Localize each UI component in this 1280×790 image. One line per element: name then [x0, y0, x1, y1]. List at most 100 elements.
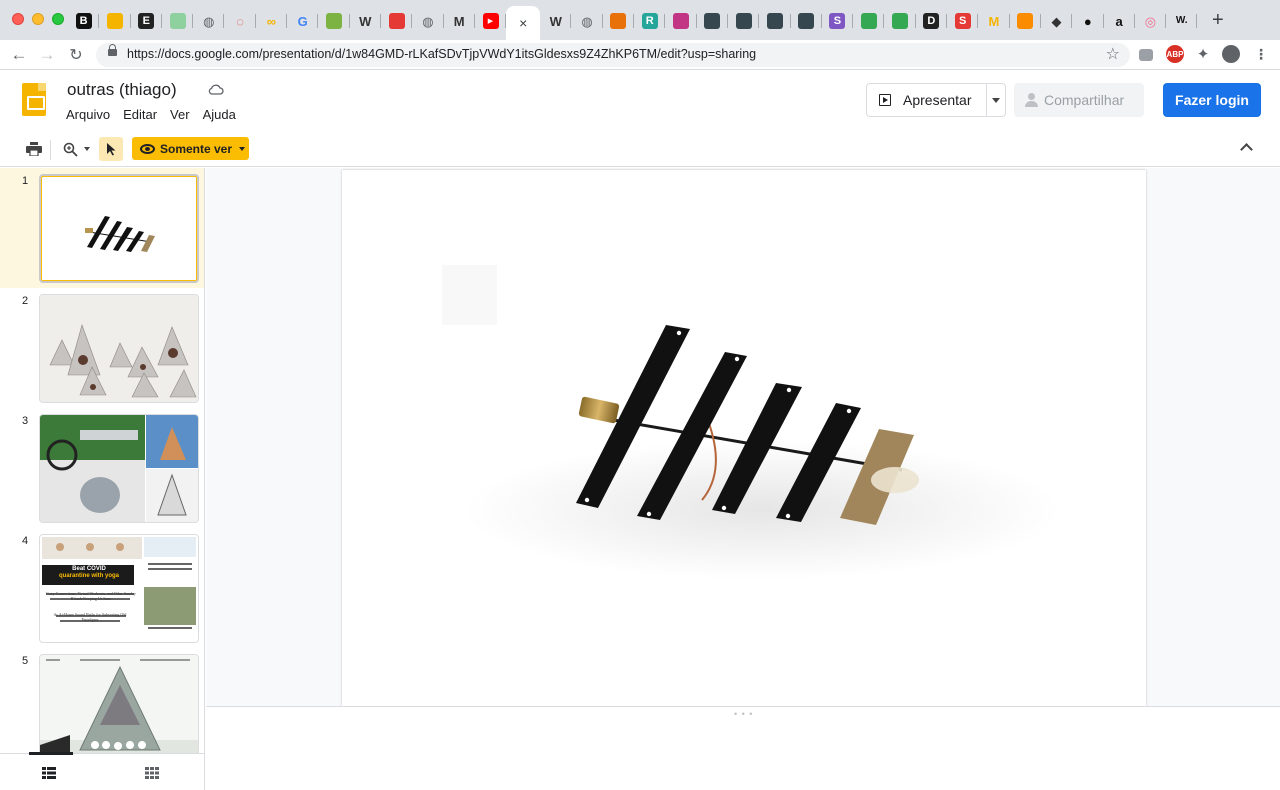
- slide-number: 4: [22, 535, 29, 547]
- tab-list: B E ◍ ◌ ∞ G W ◍ M ▶ × W ◍ R S D S M ◆ ● a ◎ W.: [68, 6, 1198, 40]
- browser-tab[interactable]: ●: [1072, 6, 1104, 36]
- new-tab-button[interactable]: +: [1212, 10, 1224, 30]
- circle-black-icon: ●: [1083, 13, 1092, 29]
- browser-tab[interactable]: E: [131, 6, 163, 36]
- slide-thumbnail-row[interactable]: 1: [0, 168, 204, 288]
- slide-thumbnail[interactable]: [39, 294, 199, 403]
- globe-icon: ◍: [422, 13, 434, 29]
- browser-tab[interactable]: [697, 6, 729, 36]
- grid-view-icon[interactable]: [145, 766, 159, 784]
- browser-tab-active[interactable]: ×: [506, 6, 541, 40]
- browser-tab[interactable]: S: [822, 6, 854, 36]
- present-button[interactable]: Apresentar: [867, 84, 987, 116]
- antenna-photo: [442, 265, 1062, 580]
- browser-tab[interactable]: [381, 6, 413, 36]
- arrow-a-icon: [798, 13, 815, 29]
- address-bar[interactable]: https://docs.google.com/presentation/d/1…: [96, 43, 1130, 67]
- active-tab-close-icon[interactable]: ×: [519, 15, 527, 31]
- menu-editar[interactable]: Editar: [123, 107, 157, 122]
- back-button[interactable]: ←: [8, 44, 30, 66]
- menu-arquivo[interactable]: Arquivo: [66, 107, 110, 122]
- browser-tab[interactable]: B: [68, 6, 100, 36]
- browser-tab[interactable]: ◍: [193, 6, 225, 36]
- caret-down-icon: [239, 146, 246, 151]
- browser-tab[interactable]: [1010, 6, 1042, 36]
- menu-ajuda[interactable]: Ajuda: [203, 107, 236, 122]
- browser-tab[interactable]: ◌: [224, 6, 257, 36]
- speaker-notes-area[interactable]: • • •: [206, 706, 1280, 790]
- reload-button[interactable]: ↻: [65, 44, 87, 66]
- slide-thumbnail[interactable]: [39, 414, 199, 523]
- browser-tab[interactable]: W.: [1166, 6, 1198, 36]
- slide-thumbnail-row[interactable]: 3: [0, 408, 204, 528]
- diamond-icon: ◆: [1051, 13, 1062, 29]
- browser-toolbar: ← → ↻ https://docs.google.com/presentati…: [0, 40, 1280, 70]
- slide-thumbnail[interactable]: [39, 174, 199, 283]
- zoom-icon[interactable]: [60, 139, 80, 159]
- slide-thumbnail-row[interactable]: 4 Beat COVID quarantine with yoga Cozy Con…: [0, 528, 204, 648]
- view-only-mode-button[interactable]: Somente ver: [132, 137, 249, 160]
- share-button[interactable]: Compartilhar: [1014, 83, 1144, 117]
- drive-icon: [892, 13, 909, 29]
- browser-tab[interactable]: [99, 6, 131, 36]
- slide-thumbnail[interactable]: [39, 654, 199, 753]
- menu-ver[interactable]: Ver: [170, 107, 190, 122]
- d-yellow-icon: D: [923, 13, 940, 29]
- print-icon[interactable]: [24, 139, 44, 159]
- browser-tab[interactable]: a: [1104, 6, 1136, 36]
- forward-button[interactable]: →: [36, 44, 58, 66]
- current-slide[interactable]: [342, 170, 1146, 706]
- red-ribbon-icon: [388, 13, 405, 29]
- browser-tab[interactable]: S: [947, 6, 979, 36]
- browser-tab[interactable]: W: [540, 6, 572, 36]
- slide-thumbnail-row[interactable]: 5: [0, 648, 204, 753]
- slides-logo-icon[interactable]: [22, 83, 46, 116]
- browser-tab[interactable]: ◆: [1041, 6, 1073, 36]
- browser-tab[interactable]: ◍: [571, 6, 604, 36]
- slide-number: 3: [22, 415, 29, 427]
- collapse-toolbar-chevron-up-icon[interactable]: [1240, 143, 1253, 156]
- browser-tab[interactable]: G: [287, 6, 319, 36]
- browser-tab[interactable]: R: [634, 6, 666, 36]
- browser-tab[interactable]: [162, 6, 194, 36]
- login-button[interactable]: Fazer login: [1163, 83, 1261, 117]
- browser-tab[interactable]: [665, 6, 697, 36]
- notes-resize-handle[interactable]: • • •: [734, 709, 753, 719]
- zoom-window-button[interactable]: [52, 13, 64, 25]
- browser-tab[interactable]: ◍: [412, 6, 444, 36]
- drive-ext-icon[interactable]: [1139, 49, 1153, 61]
- browser-tab[interactable]: [728, 6, 760, 36]
- bookmark-star-icon[interactable]: ☆: [1106, 44, 1120, 64]
- list-view-icon[interactable]: [42, 766, 56, 784]
- browser-tab[interactable]: [603, 6, 635, 36]
- slide-thumbnail[interactable]: Beat COVID quarantine with yoga Cozy Conne…: [39, 534, 199, 643]
- globe-icon: ◍: [203, 13, 215, 29]
- document-title[interactable]: outras (thiago): [67, 80, 177, 100]
- browser-menu-icon[interactable]: ⋮: [1252, 45, 1270, 63]
- slide-filmstrip: 1 2 3 4 Beat COVID quarantine with yoga Co…: [0, 168, 205, 753]
- youtube-icon: ▶: [482, 13, 499, 29]
- browser-tab[interactable]: M: [978, 6, 1010, 36]
- browser-tab[interactable]: D: [916, 6, 948, 36]
- browser-tab[interactable]: [853, 6, 885, 36]
- slide-thumbnail-row[interactable]: 2: [0, 288, 204, 408]
- browser-tab[interactable]: ▶: [475, 6, 507, 36]
- browser-tab[interactable]: [791, 6, 823, 36]
- minimize-window-button[interactable]: [32, 13, 44, 25]
- browser-tab[interactable]: [884, 6, 917, 36]
- toolbar-separator: [50, 140, 51, 160]
- select-tool-button[interactable]: [99, 137, 123, 161]
- close-window-button[interactable]: [12, 13, 24, 25]
- extensions-puzzle-icon[interactable]: ✦: [1194, 45, 1212, 63]
- adblock-icon[interactable]: ABP: [1166, 45, 1184, 63]
- google-g-icon: G: [297, 13, 308, 29]
- zoom-dropdown[interactable]: [81, 139, 93, 159]
- browser-tab[interactable]: [759, 6, 791, 36]
- browser-tab[interactable]: ∞: [256, 6, 288, 36]
- profile-avatar-icon[interactable]: [1222, 45, 1240, 63]
- browser-tab[interactable]: ◎: [1135, 6, 1167, 36]
- browser-tab[interactable]: M: [444, 6, 476, 36]
- present-options-dropdown[interactable]: [987, 84, 1005, 116]
- browser-tab[interactable]: [318, 6, 350, 36]
- browser-tab[interactable]: W: [350, 6, 382, 36]
